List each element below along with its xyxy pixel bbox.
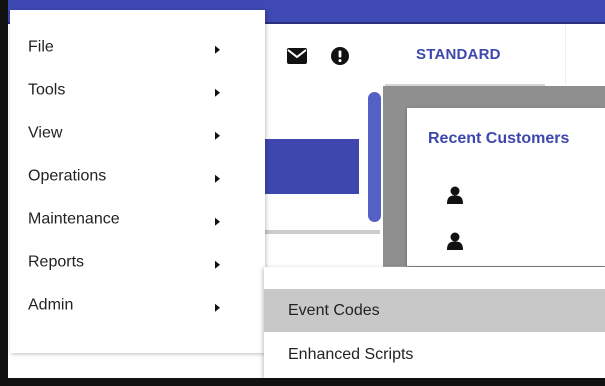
submenu-item-label: Event Codes xyxy=(288,301,380,319)
menu-item-admin[interactable]: Admin xyxy=(10,285,265,328)
menu-item-label: File xyxy=(28,38,54,56)
tab-standard[interactable]: STANDARD xyxy=(385,24,545,84)
submenu-item-event-codes[interactable]: Event Codes xyxy=(264,289,605,332)
menu-item-label: Reports xyxy=(28,253,85,271)
card-title: Recent Customers xyxy=(428,130,570,147)
envelope-icon xyxy=(287,48,307,64)
menu-item-label: Tools xyxy=(28,81,66,99)
submenu-item-enhanced-scripts[interactable]: Enhanced Scripts xyxy=(264,333,605,376)
caret-right-icon xyxy=(215,303,220,312)
menu-item-operations[interactable]: Operations xyxy=(10,156,265,199)
caret-right-icon xyxy=(215,217,220,226)
side-panel-scrollbar[interactable] xyxy=(368,92,381,222)
caret-right-icon xyxy=(215,131,220,140)
menu-item-label: Maintenance xyxy=(28,210,120,228)
customer-entry[interactable] xyxy=(447,186,463,204)
submenu-item-label: Enhanced Scripts xyxy=(288,345,414,363)
caret-right-icon xyxy=(215,88,220,97)
menu-item-maintenance[interactable]: Maintenance xyxy=(10,199,265,242)
caret-right-icon xyxy=(215,260,220,269)
main-menu: File Tools View Operations Maintenance R… xyxy=(10,10,265,353)
menu-item-reports[interactable]: Reports xyxy=(10,242,265,285)
user-icon xyxy=(447,232,463,250)
recent-customers-card: Recent Customers xyxy=(407,108,605,266)
menu-item-label: View xyxy=(28,124,63,142)
side-panel-divider xyxy=(264,230,380,234)
menu-item-label: Operations xyxy=(28,167,107,185)
admin-submenu: Event Codes Enhanced Scripts xyxy=(264,267,605,378)
customer-entry[interactable] xyxy=(447,232,463,250)
exclamation-icon xyxy=(331,47,349,65)
tab-next[interactable] xyxy=(565,24,605,84)
window-frame-bottom xyxy=(0,378,605,386)
menu-item-label: Admin xyxy=(28,296,74,314)
window-frame-left xyxy=(0,0,8,386)
side-panel-selected-item[interactable] xyxy=(264,139,359,194)
alerts-button[interactable] xyxy=(326,42,354,70)
caret-right-icon xyxy=(215,174,220,183)
menu-item-view[interactable]: View xyxy=(10,113,265,156)
menu-item-file[interactable]: File xyxy=(10,27,265,70)
messages-button[interactable] xyxy=(283,42,311,70)
menu-item-tools[interactable]: Tools xyxy=(10,70,265,113)
caret-right-icon xyxy=(215,45,220,54)
user-icon xyxy=(447,186,463,204)
